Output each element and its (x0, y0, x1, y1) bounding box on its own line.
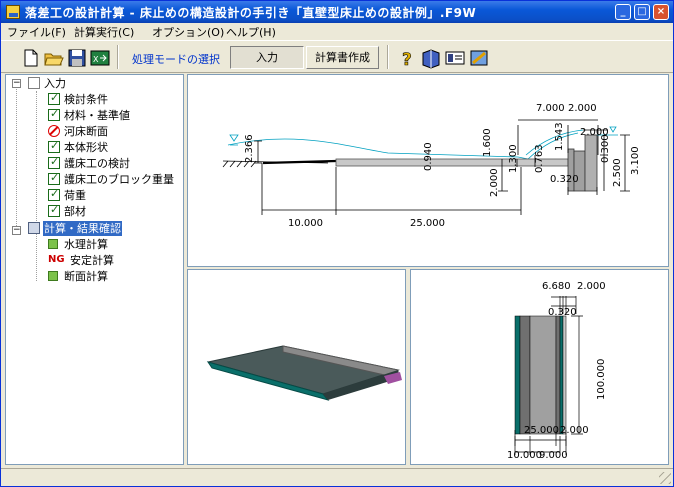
tree-item-label: 断面計算 (64, 270, 108, 283)
calc-collapse-toggle[interactable]: − (12, 226, 21, 235)
save-disk-icon (68, 49, 86, 67)
book-icon (422, 49, 440, 69)
dim-height-2366: 2.366 (244, 134, 255, 163)
dim-height-1300: 1.300 (508, 144, 519, 173)
title-bar[interactable]: 落差工の設計計算 - 床止めの構造設計の手引き「直壁型床止めの設計例」.F9W … (1, 1, 673, 23)
app-icon (6, 5, 20, 19)
tree-item-label: 検討条件 (64, 93, 108, 106)
tree-item-label: 材料・基準値 (64, 109, 130, 122)
dim-height-0940: 0.940 (423, 142, 434, 171)
dim-top-2a: 2.000 (568, 103, 597, 114)
status-square-icon (48, 271, 58, 281)
save-button[interactable] (65, 46, 87, 68)
dim-height-0763: 0.763 (534, 144, 545, 173)
dim-width-0320: 0.320 (550, 174, 579, 185)
dim-length-25: 25.000 (410, 218, 445, 229)
dim-plan-6680: 6.680 (542, 281, 571, 292)
toolbar-separator (387, 45, 389, 69)
drafting-icon (470, 50, 488, 66)
dim-height-2500: 2.500 (612, 158, 623, 187)
dim-height-0300: 0.300 (600, 134, 611, 163)
check-icon (48, 203, 60, 217)
open-folder-icon (44, 53, 64, 66)
dim-height-2000: 2.000 (489, 168, 500, 197)
tree-item-label: 河床断面 (64, 125, 108, 138)
help-button[interactable]: ? (395, 46, 417, 71)
tree-item-label: 荷重 (64, 189, 86, 202)
svg-text:X: X (93, 55, 99, 64)
menu-calc-run[interactable]: 計算実行(C) (74, 24, 134, 40)
ng-badge: NG (48, 254, 65, 265)
open-file-button[interactable] (42, 46, 64, 68)
dim-top-7: 7.000 (536, 103, 565, 114)
check-icon (48, 155, 60, 169)
dim-plan-height-100: 100.000 (596, 359, 607, 400)
plan-drawing: 6.680 2.000 0.320 100.000 25.000 2.000 1… (507, 281, 607, 461)
svg-text:?: ? (402, 50, 412, 69)
window-title: 落差工の設計計算 - 床止めの構造設計の手引き「直壁型床止めの設計例」.F9W (25, 6, 477, 20)
new-file-icon (24, 49, 38, 67)
menu-options[interactable]: オプション(O) (152, 24, 224, 40)
export-icon: X (90, 50, 110, 66)
status-bar (1, 468, 673, 486)
tree-connector (16, 87, 17, 230)
dim-height-1543: 1.543 (554, 122, 565, 151)
mode-select-label: 処理モードの選択 (132, 53, 220, 66)
check-icon (48, 171, 60, 185)
dim-plan-2000: 2.000 (577, 281, 606, 292)
maximize-button[interactable]: □ (634, 4, 650, 20)
tree-item-label: 護床工の検討 (64, 157, 130, 170)
info-card-icon (445, 51, 465, 65)
status-square-icon (48, 239, 58, 249)
info-button[interactable] (443, 46, 465, 68)
close-button[interactable]: × (653, 4, 669, 20)
tree-item-label: 部材 (64, 205, 86, 218)
tree-item-label: 護床工のブロック重量 (64, 173, 174, 186)
toolbar-separator (117, 45, 119, 69)
plan-view[interactable]: 6.680 2.000 0.320 100.000 25.000 2.000 1… (410, 269, 669, 465)
check-icon (48, 107, 60, 121)
menu-file[interactable]: ファイル(F) (7, 24, 66, 40)
calculator-icon (28, 222, 40, 234)
menu-bar: ファイル(F) 計算実行(C) オプション(O) ヘルプ(H) (1, 23, 673, 39)
input-folder-icon (28, 77, 40, 89)
tree-item-label: 本体形状 (64, 141, 108, 154)
tree-connector (36, 91, 37, 281)
dim-plan-10: 10.000 (507, 450, 542, 461)
settings-button[interactable] (467, 46, 489, 68)
tree-item-label: 水理計算 (64, 238, 108, 251)
check-icon (48, 187, 60, 201)
help-question-icon: ? (402, 50, 412, 71)
tree-node-label: 計算・結果確認 (43, 221, 122, 236)
main-window: 落差工の設計計算 - 床止めの構造設計の手引き「直壁型床止めの設計例」.F9W … (0, 0, 674, 487)
toolbar: X 処理モードの選択 入力 計算書作成 ? (1, 40, 673, 73)
prohibited-icon (48, 125, 60, 137)
3d-model-drawing (206, 345, 402, 401)
tree-item-label: 安定計算 (70, 254, 114, 267)
side-section-drawing: 7.000 2.000 2.000 10.000 25.000 0.320 2.… (222, 103, 641, 229)
check-icon (48, 139, 60, 153)
dim-height-3100: 3.100 (630, 146, 641, 175)
new-file-button[interactable] (19, 46, 41, 68)
3d-view[interactable] (187, 269, 406, 465)
dim-plan-0320: 0.320 (548, 307, 577, 318)
dim-plan-25: 25.000 (524, 425, 559, 436)
menu-help[interactable]: ヘルプ(H) (226, 24, 276, 40)
tree-node-label: 入力 (44, 77, 66, 90)
manual-button[interactable] (419, 46, 441, 69)
dim-plan-9: 9.000 (539, 450, 568, 461)
report-mode-button[interactable]: 計算書作成 (306, 46, 379, 69)
dim-length-10: 10.000 (288, 218, 323, 229)
input-mode-button[interactable]: 入力 (230, 46, 304, 69)
minimize-button[interactable]: _ (615, 4, 631, 20)
resize-grip[interactable] (659, 472, 671, 484)
export-button[interactable]: X (88, 46, 110, 68)
side-section-view[interactable]: 7.000 2.000 2.000 10.000 25.000 0.320 2.… (187, 74, 669, 267)
input-collapse-toggle[interactable]: − (12, 79, 21, 88)
dim-plan-2: 2.000 (560, 425, 589, 436)
dim-height-1600: 1.600 (482, 128, 493, 157)
check-icon (48, 91, 60, 105)
input-tree-panel: − 入力 検討条件 材料・基準値 河床断面 本体形状 護床工の検討 護床工 (5, 74, 184, 465)
